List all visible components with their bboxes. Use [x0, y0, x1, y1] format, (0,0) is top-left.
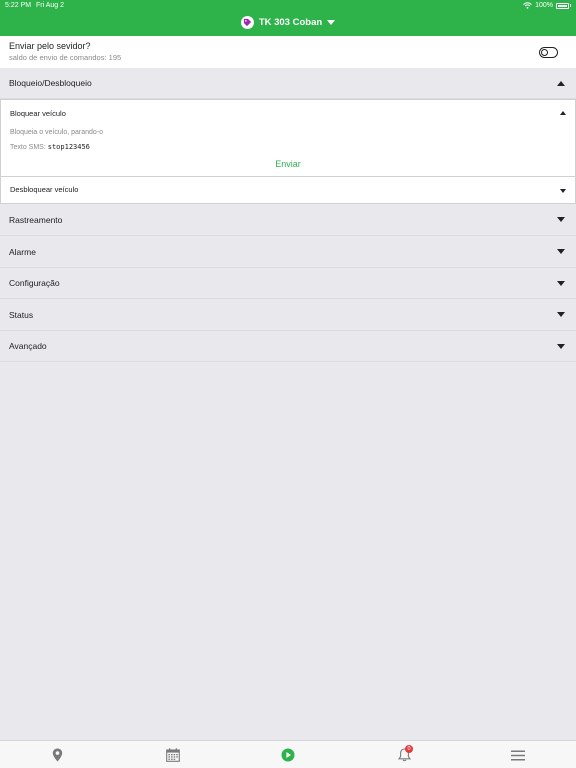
bloquear-row[interactable]: Bloquear veículo: [1, 100, 575, 126]
location-pin-icon: [52, 748, 62, 762]
sms-code: stop123456: [47, 143, 90, 151]
command-balance: saldo de envio de comandos: 195: [9, 53, 122, 62]
status-right: 100%: [523, 2, 571, 9]
status-time: 5:22 PM: [5, 2, 32, 9]
section-alarme[interactable]: Alarme: [0, 236, 576, 268]
tab-calendar[interactable]: [163, 746, 183, 764]
status-date: Fri Aug 2: [36, 2, 65, 9]
section-alarme-label: Alarme: [9, 246, 36, 257]
section-bloqueio-label: Bloqueio/Desbloqueio: [9, 78, 92, 88]
tab-notifications[interactable]: 0: [394, 745, 414, 764]
section-rastreamento[interactable]: Rastreamento: [0, 204, 576, 236]
desbloquear-label: Desbloquear veículo: [10, 185, 79, 194]
chevron-down-icon: [557, 343, 565, 349]
bloquear-label: Bloquear veículo: [10, 109, 66, 118]
calendar-icon: [166, 748, 180, 762]
battery-icon: [556, 2, 569, 9]
tab-bar: 0: [0, 740, 576, 768]
toggle-knob: [541, 49, 548, 56]
send-button[interactable]: Enviar: [1, 159, 575, 169]
play-icon: [281, 748, 295, 762]
device-title: TK 303 Coban: [258, 17, 323, 28]
battery-percent: 100%: [535, 2, 553, 9]
chevron-down-icon: [557, 280, 565, 286]
section-rastreamento-label: Rastreamento: [9, 214, 63, 225]
bloquear-description: Bloqueia o veículo, parando-o: [10, 129, 104, 136]
send-via-server-row: Enviar pelo sevidor? saldo de envio de c…: [0, 36, 576, 68]
section-bloqueio[interactable]: Bloqueio/Desbloqueio: [0, 68, 576, 99]
chevron-down-icon: [557, 217, 565, 222]
desbloquear-row[interactable]: Desbloquear veículo: [1, 177, 575, 204]
chevron-down-icon: [327, 20, 336, 25]
menu-icon: [511, 750, 525, 760]
chevron-up-icon: [560, 111, 566, 115]
notification-badge: 0: [405, 745, 413, 753]
section-avancado-label: Avançado: [9, 341, 47, 351]
tab-commands[interactable]: [278, 746, 298, 764]
chevron-down-icon: [557, 312, 565, 317]
device-selector[interactable]: TK 303 Coban: [0, 16, 576, 29]
tag-icon: [240, 16, 254, 29]
section-configuracao[interactable]: Configuração: [0, 268, 576, 299]
app-header: 5:22 PM Fri Aug 2 100% TK 303 Coban: [0, 0, 576, 36]
sms-label: Texto SMS:: [10, 144, 46, 151]
wifi-icon: [523, 2, 532, 9]
tab-menu[interactable]: [508, 746, 528, 764]
chevron-down-icon: [560, 188, 566, 193]
chevron-down-icon: [557, 249, 565, 254]
tab-map[interactable]: [47, 746, 67, 764]
send-via-server-label: Enviar pelo sevidor?: [9, 41, 91, 51]
send-via-server-toggle[interactable]: [539, 47, 558, 58]
bloqueio-panel: Bloquear veículo Bloqueia o veículo, par…: [0, 99, 576, 204]
section-status[interactable]: Status: [0, 299, 576, 331]
section-configuracao-label: Configuração: [9, 278, 60, 288]
section-avancado[interactable]: Avançado: [0, 331, 576, 362]
chevron-up-icon: [557, 80, 565, 86]
section-status-label: Status: [9, 309, 34, 320]
sms-text: Texto SMS: stop123456: [10, 143, 90, 151]
